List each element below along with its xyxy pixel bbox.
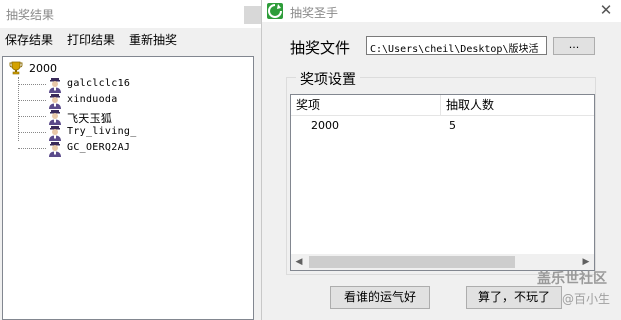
prize-cell: 2000 [311, 119, 339, 132]
user-icon [49, 110, 61, 125]
tree-connector [18, 148, 46, 149]
browse-button[interactable]: ... [553, 37, 595, 55]
close-icon[interactable]: ✕ [596, 0, 616, 20]
user-icon [49, 78, 61, 93]
results-menubar: 保存结果 打印结果 重新抽奖 [0, 28, 262, 50]
tree-connector [18, 132, 46, 133]
list-header: 奖项 抽取人数 [291, 95, 594, 116]
tree-root-label: 2000 [29, 62, 57, 75]
prize-list[interactable]: 奖项 抽取人数 2000 5 ◀ ▶ [290, 94, 595, 271]
tree-connector [18, 100, 46, 101]
quit-button[interactable]: 算了，不玩了 [466, 286, 562, 309]
menu-save-results[interactable]: 保存结果 [5, 31, 53, 48]
menu-redraw[interactable]: 重新抽奖 [129, 31, 177, 48]
dialog-titlebar: 抽奖圣手 ✕ [262, 0, 621, 22]
winner-name: galclclc16 [67, 78, 131, 89]
column-header-count[interactable]: 抽取人数 [441, 95, 594, 115]
results-titlebar: 抽奖结果 [0, 0, 264, 28]
minimize-button[interactable] [244, 6, 264, 24]
scroll-left-icon[interactable]: ◀ [291, 254, 307, 270]
user-icon [49, 94, 61, 109]
winner-name: Try_living_ [67, 126, 137, 137]
winner-name: GC_OERQ2AJ [67, 142, 131, 153]
menu-print-results[interactable]: 打印结果 [67, 31, 115, 48]
watermark-text: 盖乐世社区 [537, 271, 607, 287]
tree-connector [18, 116, 46, 117]
results-tree[interactable]: 2000 galclclc16 xinduoda 飞天玉狐 Try_living… [2, 56, 254, 320]
user-icon [49, 126, 61, 141]
user-icon [49, 142, 61, 157]
table-row[interactable]: 2000 5 [291, 119, 594, 137]
scrollbar-thumb[interactable] [309, 256, 515, 268]
file-path-field[interactable]: C:\Users\cheil\Desktop\版块活 [366, 36, 547, 55]
file-label: 抽奖文件 [290, 39, 351, 57]
winner-name: 飞天玉狐 [67, 112, 113, 125]
results-window: 抽奖结果 保存结果 打印结果 重新抽奖 2000 galclclc16 xind… [0, 0, 264, 320]
lottery-dialog: 抽奖圣手 ✕ 抽奖文件 C:\Users\cheil\Desktop\版块活 .… [262, 0, 621, 320]
group-label: 奖项设置 [296, 69, 360, 89]
tree-connector [18, 84, 46, 85]
results-window-title: 抽奖结果 [6, 8, 55, 22]
lottery-app-icon [267, 3, 283, 19]
draw-button[interactable]: 看谁的运气好 [330, 286, 430, 309]
column-header-prize[interactable]: 奖项 [291, 95, 441, 115]
winner-name: xinduoda [67, 94, 118, 105]
watermark-author: @百小生 [562, 292, 611, 306]
count-cell: 5 [449, 119, 456, 132]
trophy-icon [9, 61, 23, 75]
dialog-title: 抽奖圣手 [290, 6, 339, 20]
